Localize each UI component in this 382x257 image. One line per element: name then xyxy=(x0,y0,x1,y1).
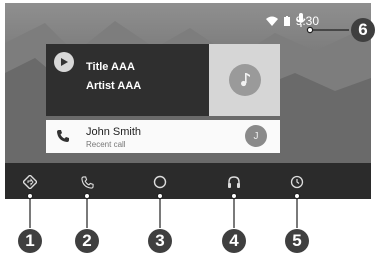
android-auto-screen: 9:30 Title AAA Artist AAA John Smith Rec xyxy=(5,3,371,199)
album-art xyxy=(209,44,280,116)
music-note-icon xyxy=(241,73,250,87)
nav-apps-button[interactable] xyxy=(288,173,306,191)
recent-call-card[interactable]: John Smith Recent call J xyxy=(46,120,280,153)
nav-bar xyxy=(5,163,371,199)
callout-6: 6 xyxy=(351,18,375,42)
callout-2: 2 xyxy=(75,229,99,253)
apps-icon xyxy=(290,175,304,189)
phone-icon xyxy=(80,175,94,189)
headphones-icon xyxy=(228,176,240,188)
track-artist: Artist AAA xyxy=(86,80,142,92)
callout-1: 1 xyxy=(18,229,42,253)
callout-5: 5 xyxy=(285,229,309,253)
navigation-icon xyxy=(23,175,37,189)
media-card[interactable]: Title AAA Artist AAA xyxy=(46,44,280,116)
album-art-disc xyxy=(229,64,261,96)
phone-icon xyxy=(57,130,69,142)
play-button[interactable] xyxy=(54,52,74,72)
avatar-letter: J xyxy=(253,130,259,142)
call-subtitle: Recent call xyxy=(86,140,126,149)
avatar: J xyxy=(245,125,267,147)
nav-navigation-button[interactable] xyxy=(21,173,39,191)
track-title: Title AAA xyxy=(86,61,135,73)
wifi-icon xyxy=(265,16,278,26)
callout-4: 4 xyxy=(222,229,246,253)
battery-icon xyxy=(283,16,290,26)
contact-name: John Smith xyxy=(86,126,142,138)
home-icon xyxy=(153,175,167,189)
callout-3: 3 xyxy=(148,229,172,253)
mic-icon[interactable] xyxy=(296,13,306,28)
nav-home-button[interactable] xyxy=(151,173,169,191)
nav-audio-button[interactable] xyxy=(225,173,243,191)
status-bar: 9:30 xyxy=(265,13,319,29)
nav-phone-button[interactable] xyxy=(78,173,96,191)
play-icon xyxy=(61,58,68,66)
